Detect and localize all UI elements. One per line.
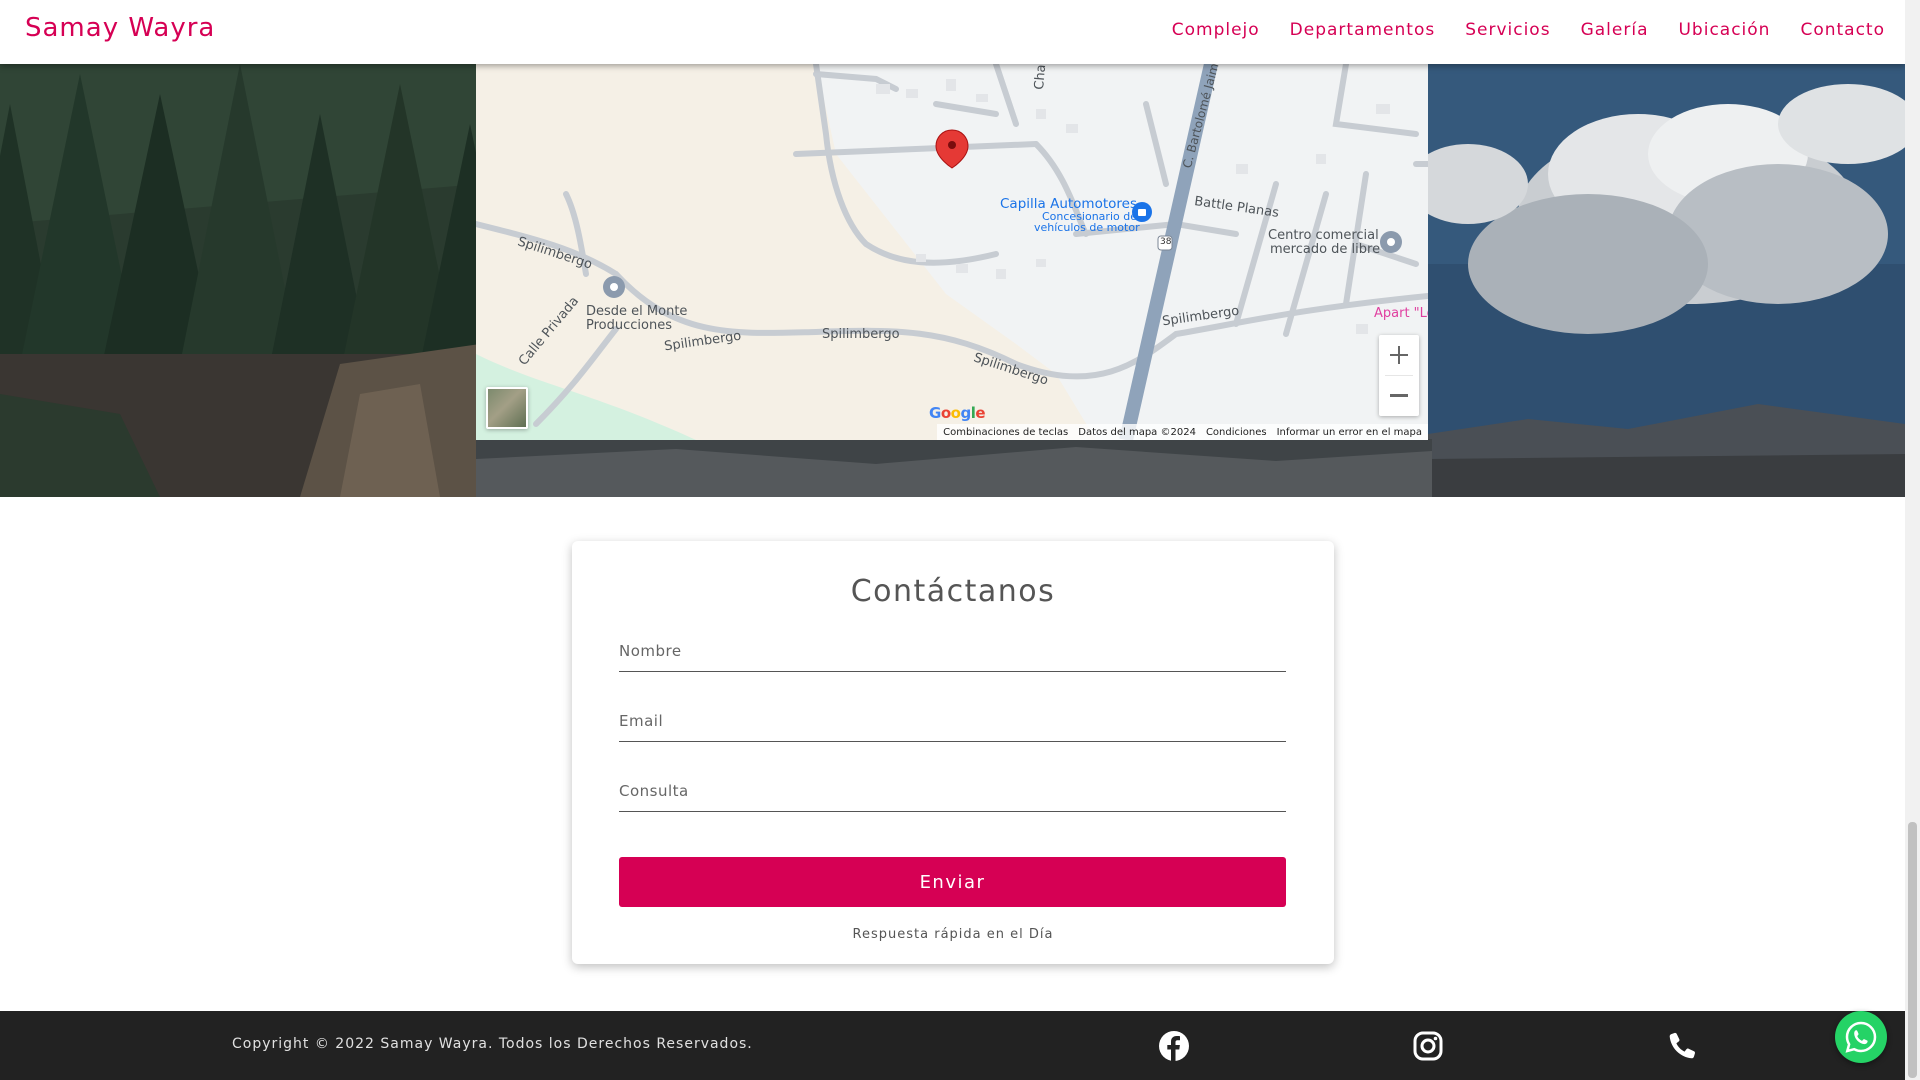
location-section: Spilimbergo Spilimbergo Spilimbergo Spil… [0, 64, 1905, 497]
google-map[interactable]: Spilimbergo Spilimbergo Spilimbergo Spil… [476, 64, 1428, 440]
route-number: 38 [1160, 237, 1172, 247]
instagram-link[interactable] [1412, 1030, 1444, 1062]
nav-link-departamentos[interactable]: Departamentos [1290, 20, 1436, 40]
phone-link[interactable] [1666, 1030, 1698, 1062]
footer: Copyright © 2022 Samay Wayra. Todos los … [0, 1011, 1905, 1080]
poi-label: mercado de libre [1270, 242, 1381, 257]
whatsapp-button[interactable] [1835, 1011, 1887, 1063]
nav-menu: Complejo Departamentos Servicios Galería… [1172, 20, 1885, 40]
nav-link-complejo[interactable]: Complejo [1172, 20, 1260, 40]
map-layer-toggle[interactable] [486, 387, 528, 429]
poi-label: Producciones [586, 318, 672, 333]
street-label: Spilimbergo [822, 327, 900, 342]
email-input[interactable] [619, 701, 1286, 742]
poi-label[interactable]: Centro comercial [1268, 228, 1379, 243]
map-data-label: Datos del mapa ©2024 [1078, 426, 1196, 438]
response-note: Respuesta rápida en el Día [852, 927, 1054, 942]
google-logo: Google [929, 404, 986, 422]
send-button[interactable]: Enviar [619, 857, 1286, 907]
zoom-out-button[interactable] [1379, 376, 1419, 416]
nav-link-servicios[interactable]: Servicios [1465, 20, 1550, 40]
name-input[interactable] [619, 631, 1286, 672]
keyboard-shortcuts-link[interactable]: Combinaciones de teclas [943, 427, 1068, 438]
forest-background [0, 64, 480, 497]
brand-logo[interactable]: Samay Wayra [25, 13, 215, 43]
poi-label[interactable]: Desde el Monte [586, 304, 687, 319]
copyright-text: Copyright © 2022 Samay Wayra. Todos los … [232, 1036, 753, 1052]
facebook-link[interactable] [1158, 1030, 1190, 1062]
nav-link-ubicacion[interactable]: Ubicación [1678, 20, 1770, 40]
mountain-strip [476, 439, 1432, 497]
map-zoom-control [1379, 335, 1419, 416]
whatsapp-icon [1845, 1021, 1877, 1053]
page-scrollbar[interactable] [1905, 0, 1920, 1080]
facebook-icon [1159, 1031, 1189, 1061]
navbar: Samay Wayra Complejo Departamentos Servi… [0, 0, 1905, 64]
phone-icon [1669, 1032, 1695, 1059]
nav-link-galeria[interactable]: Galería [1581, 20, 1649, 40]
nav-link-contacto[interactable]: Contacto [1800, 20, 1885, 40]
terms-link[interactable]: Condiciones [1206, 427, 1267, 438]
zoom-out-icon [1390, 394, 1408, 397]
poi-label: vehículos de motor [1034, 221, 1140, 234]
report-error-link[interactable]: Informar un error en el mapa [1277, 427, 1422, 438]
instagram-icon [1413, 1031, 1443, 1061]
sky-background [1428, 64, 1905, 497]
query-input[interactable] [619, 771, 1286, 812]
map-attribution: Combinaciones de teclas Datos del mapa ©… [937, 424, 1428, 440]
poi-desde-icon [603, 276, 625, 298]
zoom-in-icon [1390, 346, 1408, 364]
zoom-in-button[interactable] [1379, 335, 1419, 375]
scrollbar-thumb[interactable] [1908, 822, 1917, 1078]
contact-card: Contáctanos Enviar Respuesta rápida en e… [572, 541, 1334, 964]
poi-label[interactable]: Apart "Lo [1374, 306, 1428, 321]
poi-centro-icon [1380, 231, 1402, 253]
contact-title: Contáctanos [850, 574, 1056, 609]
